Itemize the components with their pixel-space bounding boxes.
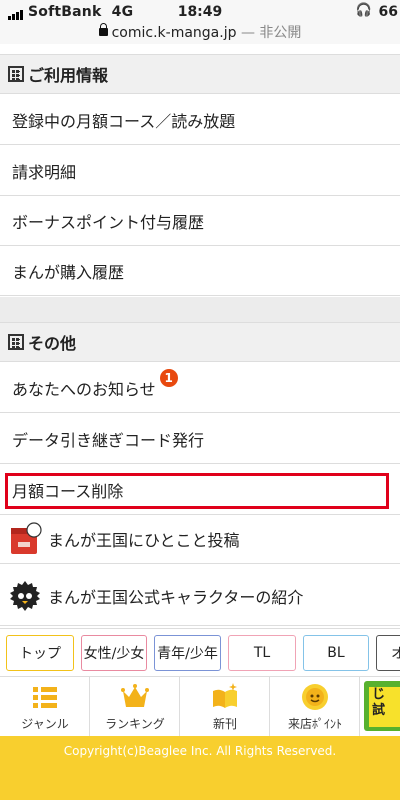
list-icon xyxy=(8,66,24,82)
tag-bl[interactable]: BL xyxy=(303,635,369,671)
highlight-box xyxy=(5,473,389,509)
menu-item-transfer-code[interactable]: データ引き継ぎコード発行 xyxy=(0,414,400,464)
section-gap xyxy=(0,297,400,322)
footer: Copyright(c)Beaglee Inc. All Rights Rese… xyxy=(0,736,400,800)
promo-text: じ 試 xyxy=(369,687,400,727)
tag-top[interactable]: トップ xyxy=(6,635,74,671)
headphones-icon: 🎧 xyxy=(355,3,372,18)
notification-badge: 1 xyxy=(159,368,178,387)
status-bar: SoftBank 4G 18:49 🎧 66 comic.k-manga.jp … xyxy=(0,0,400,44)
menu-item-purchase-history[interactable]: まんが購入履歴 xyxy=(0,246,400,296)
menu-item-billing[interactable]: 請求明細 xyxy=(0,146,400,196)
character-icon xyxy=(10,580,40,611)
privacy-label: — 非公開 xyxy=(240,25,302,41)
tag-more[interactable]: オ xyxy=(376,635,400,671)
new-book-icon xyxy=(213,683,237,708)
menu-item-characters[interactable]: まんが王国公式キャラクターの紹介 xyxy=(0,566,400,626)
clock: 18:49 xyxy=(177,4,223,20)
promo-banner[interactable]: じ 試 xyxy=(364,681,400,731)
tag-women-girls[interactable]: 女性/少女 xyxy=(81,635,147,671)
tag-men-boys[interactable]: 青年/少年 xyxy=(154,635,221,671)
crown-icon xyxy=(121,684,149,707)
copyright-text: Copyright(c)Beaglee Inc. All Rights Rese… xyxy=(63,744,337,758)
list-icon xyxy=(33,687,57,708)
menu-item-monthly-course[interactable]: 登録中の月額コース／読み放題 xyxy=(0,95,400,145)
menu-item-post-comment[interactable]: まんが王国にひとこと投稿 xyxy=(0,514,400,564)
menu-item-notifications[interactable]: あなたへのお知らせ 1 xyxy=(0,363,400,413)
category-tabs: トップ 女性/少女 青年/少年 TL BL オ xyxy=(0,628,400,676)
tab-new-release[interactable]: 新刊 xyxy=(180,677,270,737)
address-bar[interactable]: comic.k-manga.jp — 非公開 xyxy=(0,22,400,42)
tab-visit-points[interactable]: 来店ﾎﾟｲﾝﾄ xyxy=(270,677,360,737)
menu-item-bonus-history[interactable]: ボーナスポイント付与履歴 xyxy=(0,196,400,246)
sun-face-icon xyxy=(302,684,328,710)
tag-tl[interactable]: TL xyxy=(228,635,296,671)
list-icon xyxy=(8,334,24,350)
lock-icon xyxy=(98,23,108,36)
section-other-header: その他 xyxy=(0,322,400,362)
tab-ranking[interactable]: ランキング xyxy=(90,677,180,737)
postbox-icon xyxy=(11,521,42,554)
url-text: comic.k-manga.jp xyxy=(111,25,237,41)
tab-genre[interactable]: ジャンル xyxy=(0,677,90,737)
section-usage-header: ご利用情報 xyxy=(0,54,400,94)
bottom-nav: ジャンル ランキング 新刊 来店ﾎﾟｲﾝﾄ じ 試 xyxy=(0,676,400,737)
battery-level: 66 xyxy=(378,4,398,20)
